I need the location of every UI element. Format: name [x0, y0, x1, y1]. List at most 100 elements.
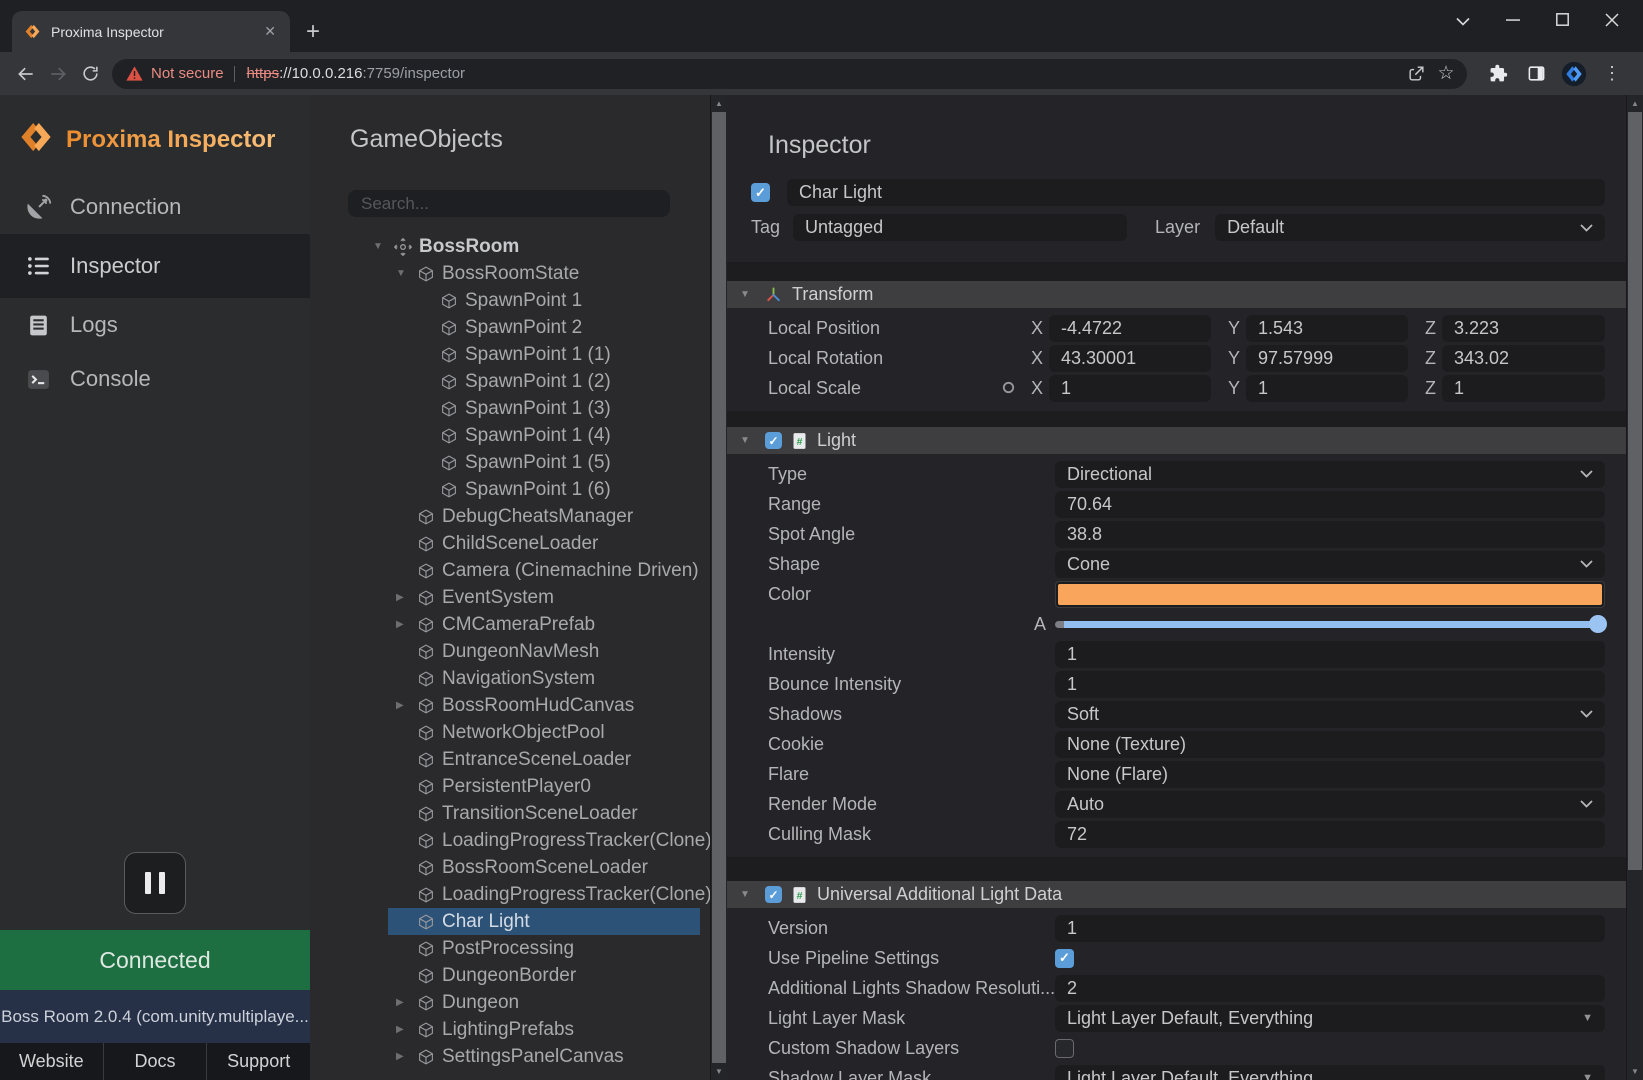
- tree-item-spawnpoint-1[interactable]: SpawnPoint 1: [310, 287, 710, 314]
- collapse-arrow-icon[interactable]: ▼: [396, 268, 417, 279]
- url-text[interactable]: https://10.0.0.216:7759/inspector: [247, 65, 466, 82]
- spot-angle-field[interactable]: 38.8: [1055, 521, 1605, 548]
- cookie-field[interactable]: None (Texture): [1055, 731, 1605, 758]
- layer-select[interactable]: Default: [1215, 214, 1605, 241]
- forward-button[interactable]: [42, 58, 74, 90]
- tree-item-settingspanelcanvas[interactable]: ▶SettingsPanelCanvas: [310, 1043, 710, 1070]
- tree-item-bossroom[interactable]: ▼BossRoom: [310, 233, 710, 260]
- tree-item-entrancesceneloader[interactable]: EntranceSceneLoader: [310, 746, 710, 773]
- expand-arrow-icon[interactable]: ▶: [396, 997, 417, 1008]
- tree-item-spawnpoint-1-2[interactable]: SpawnPoint 1 (2): [310, 368, 710, 395]
- shape-select[interactable]: Cone: [1055, 551, 1605, 578]
- scroll-up-icon[interactable]: ▲: [711, 95, 727, 112]
- collapse-arrow-icon[interactable]: ▼: [740, 289, 755, 300]
- vector-field-z[interactable]: 343.02: [1442, 345, 1605, 372]
- expand-arrow-icon[interactable]: ▶: [396, 1051, 417, 1062]
- tab-close-icon[interactable]: ✕: [260, 21, 280, 42]
- tree-item-spawnpoint-2[interactable]: SpawnPoint 2: [310, 314, 710, 341]
- sidebar-item-connection[interactable]: Connection: [0, 180, 310, 234]
- tab-search-chevron-icon[interactable]: [1456, 13, 1470, 31]
- slider-thumb[interactable]: [1589, 615, 1607, 633]
- tree-item-postprocessing[interactable]: PostProcessing: [310, 935, 710, 962]
- vector-field-y[interactable]: 97.57999: [1246, 345, 1408, 372]
- tree-item-camera-cinemachine-driven[interactable]: Camera (Cinemachine Driven): [310, 557, 710, 584]
- intensity-field[interactable]: 1: [1055, 641, 1605, 668]
- scrollbar-thumb[interactable]: [712, 112, 726, 1063]
- tree-item-debugcheatsmanager[interactable]: DebugCheatsManager: [310, 503, 710, 530]
- component-enabled-checkbox[interactable]: ✓: [765, 432, 782, 449]
- culling-mask-field[interactable]: 72: [1055, 821, 1605, 848]
- gameobject-enabled-checkbox[interactable]: ✓: [751, 183, 770, 202]
- tree-item-dungeonnavmesh[interactable]: DungeonNavMesh: [310, 638, 710, 665]
- tree-item-networkobjectpool[interactable]: NetworkObjectPool: [310, 719, 710, 746]
- tree-item-bossroomhudcanvas[interactable]: ▶BossRoomHudCanvas: [310, 692, 710, 719]
- scroll-down-icon[interactable]: ▼: [711, 1063, 727, 1080]
- render-mode-select[interactable]: Auto: [1055, 791, 1605, 818]
- bounce-intensity-field[interactable]: 1: [1055, 671, 1605, 698]
- vector-field-y[interactable]: 1: [1246, 375, 1408, 402]
- tree-item-spawnpoint-1-4[interactable]: SpawnPoint 1 (4): [310, 422, 710, 449]
- back-button[interactable]: [10, 58, 42, 90]
- tree-item-transitionsceneloader[interactable]: TransitionSceneLoader: [310, 800, 710, 827]
- sidebar-item-logs[interactable]: Logs: [0, 298, 310, 352]
- use-pipeline-settings-checkbox[interactable]: ✓: [1055, 949, 1074, 968]
- scale-link-icon[interactable]: [1002, 378, 1015, 399]
- custom-shadow-layers-checkbox[interactable]: ✓: [1055, 1039, 1074, 1058]
- share-icon[interactable]: [1401, 60, 1431, 88]
- browser-menu-icon[interactable]: ⋮: [1597, 59, 1627, 89]
- tree-item-persistentplayer0[interactable]: PersistentPlayer0: [310, 773, 710, 800]
- version-field[interactable]: 1: [1055, 915, 1605, 942]
- not-secure-warning-icon[interactable]: [126, 66, 143, 81]
- sidebar-item-console[interactable]: Console: [0, 352, 310, 406]
- component-enabled-checkbox[interactable]: ✓: [765, 886, 782, 903]
- type-select[interactable]: Directional: [1055, 461, 1605, 488]
- bookmark-star-icon[interactable]: ☆: [1431, 60, 1461, 88]
- reload-button[interactable]: [74, 58, 106, 90]
- vector-field-z[interactable]: 3.223: [1442, 315, 1605, 342]
- tree-item-spawnpoint-1-6[interactable]: SpawnPoint 1 (6): [310, 476, 710, 503]
- vector-field-y[interactable]: 1.543: [1246, 315, 1408, 342]
- browser-tab[interactable]: Proxima Inspector ✕: [12, 11, 290, 52]
- expand-arrow-icon[interactable]: ▶: [396, 619, 417, 630]
- tag-field[interactable]: Untagged: [793, 214, 1127, 241]
- sidebar-item-inspector[interactable]: Inspector: [0, 234, 310, 298]
- scrollbar-thumb[interactable]: [1628, 112, 1642, 870]
- minimize-button[interactable]: [1506, 13, 1520, 32]
- new-tab-button[interactable]: +: [306, 20, 320, 44]
- flare-field[interactable]: None (Flare): [1055, 761, 1605, 788]
- tree-item-navigationsystem[interactable]: NavigationSystem: [310, 665, 710, 692]
- collapse-arrow-icon[interactable]: ▼: [373, 241, 394, 252]
- expand-arrow-icon[interactable]: ▶: [396, 700, 417, 711]
- additional-lights-shadow-resoluti-field[interactable]: 2: [1055, 975, 1605, 1002]
- inspector-scrollbar[interactable]: ▲ ▼: [1626, 95, 1643, 1080]
- tree-item-cmcameraprefab[interactable]: ▶CMCameraPrefab: [310, 611, 710, 638]
- scroll-up-icon[interactable]: ▲: [1627, 95, 1643, 112]
- expand-arrow-icon[interactable]: ▶: [396, 592, 417, 603]
- tree-item-loadingprogresstracker-clone[interactable]: LoadingProgressTracker(Clone): [310, 827, 710, 854]
- alpha-slider[interactable]: [1055, 621, 1605, 628]
- vector-field-x[interactable]: 1: [1049, 375, 1211, 402]
- shadow-layer-mask-select[interactable]: Light Layer Default, Everything▼: [1055, 1065, 1605, 1080]
- tree-item-spawnpoint-1-5[interactable]: SpawnPoint 1 (5): [310, 449, 710, 476]
- collapse-arrow-icon[interactable]: ▼: [740, 889, 755, 900]
- vector-field-z[interactable]: 1: [1442, 375, 1605, 402]
- tree-item-childsceneloader[interactable]: ChildSceneLoader: [310, 530, 710, 557]
- tree-item-bossroomsceneloader[interactable]: BossRoomSceneLoader: [310, 854, 710, 881]
- search-input[interactable]: [348, 190, 670, 217]
- tree-item-char-light[interactable]: Char Light: [310, 908, 710, 935]
- maximize-button[interactable]: [1556, 13, 1569, 31]
- proxima-extension-icon[interactable]: [1559, 59, 1589, 89]
- tree-item-dungeon[interactable]: ▶Dungeon: [310, 989, 710, 1016]
- vector-field-x[interactable]: 43.30001: [1049, 345, 1211, 372]
- collapse-arrow-icon[interactable]: ▼: [740, 435, 755, 446]
- footer-link-docs[interactable]: Docs: [103, 1043, 207, 1080]
- vector-field-x[interactable]: -4.4722: [1049, 315, 1211, 342]
- footer-link-support[interactable]: Support: [206, 1043, 310, 1080]
- scroll-down-icon[interactable]: ▼: [1627, 1063, 1643, 1080]
- tree-item-bossroomstate[interactable]: ▼BossRoomState: [310, 260, 710, 287]
- tree-item-dungeonborder[interactable]: DungeonBorder: [310, 962, 710, 989]
- pause-button[interactable]: [124, 852, 186, 914]
- not-secure-label[interactable]: Not secure: [151, 65, 224, 82]
- gameobject-name-field[interactable]: Char Light: [787, 179, 1605, 206]
- light-layer-mask-select[interactable]: Light Layer Default, Everything▼: [1055, 1005, 1605, 1032]
